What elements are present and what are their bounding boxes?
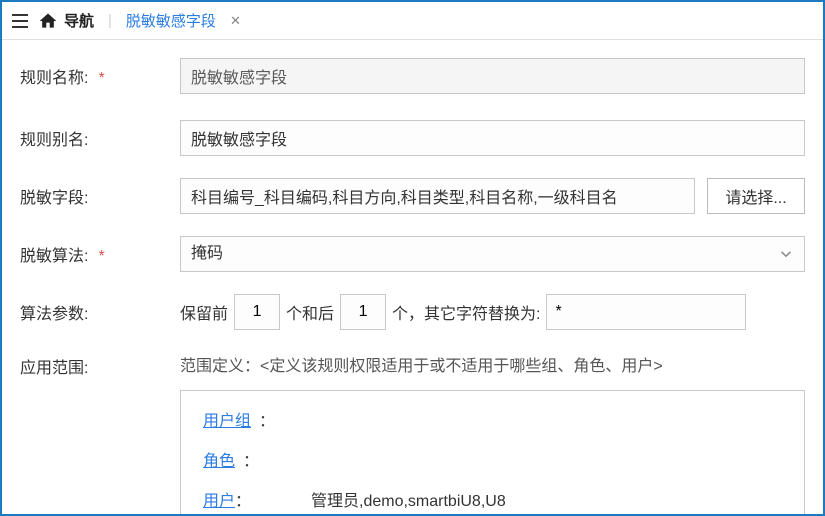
label-rule-alias: 规则别名:: [20, 126, 88, 150]
keep-back-input[interactable]: [340, 294, 386, 330]
link-user-group[interactable]: 用户组: [203, 407, 251, 431]
mask-algo-select[interactable]: 掩码: [180, 236, 805, 272]
topbar: 导航 | 脱敏敏感字段 ✕: [2, 2, 823, 40]
required-mark: *: [98, 70, 104, 88]
row-scope: 应用范围: 范围定义：<定义该规则权限适用于或不适用于哪些组、角色、用户> 用户…: [20, 352, 805, 516]
scope-definition: 范围定义：<定义该规则权限适用于或不适用于哪些组、角色、用户>: [180, 352, 805, 376]
text-keep-front: 保留前: [180, 300, 228, 324]
row-params: 算法参数: 保留前 个和后 个，其它字符替换为:: [20, 294, 805, 330]
row-rule-alias: 规则别名:: [20, 120, 805, 156]
rule-name-input[interactable]: [180, 58, 805, 94]
replace-char-input[interactable]: [546, 294, 746, 330]
link-role[interactable]: 角色: [203, 447, 235, 471]
scope-def-prefix: 范围定义：: [180, 358, 260, 375]
breadcrumb-separator: |: [108, 12, 112, 29]
mask-field-input[interactable]: [180, 178, 695, 214]
keep-front-input[interactable]: [234, 294, 280, 330]
label-rule-name: 规则名称:: [20, 64, 88, 88]
label-mask-algo: 脱敏算法:: [20, 242, 88, 266]
user-value: 管理员,demo,smartbiU8,U8: [311, 487, 506, 511]
hamburger-icon[interactable]: [12, 14, 28, 28]
required-mark: *: [98, 248, 104, 266]
link-user[interactable]: 用户: [203, 493, 235, 510]
rule-alias-input[interactable]: [180, 120, 805, 156]
mask-algo-value: 掩码: [180, 236, 805, 272]
label-scope: 应用范围:: [20, 354, 88, 378]
breadcrumb-current[interactable]: 脱敏敏感字段: [126, 10, 216, 31]
label-params: 算法参数:: [20, 300, 88, 324]
label-mask-field: 脱敏字段:: [20, 184, 88, 208]
row-mask-algo: 脱敏算法: * 掩码: [20, 236, 805, 272]
row-mask-field: 脱敏字段: 请选择...: [20, 178, 805, 214]
scope-box: 用户组： 角色： 用户： 管理员,demo,smartbiU8,U8: [180, 390, 805, 516]
nav-label[interactable]: 导航: [64, 10, 94, 31]
text-suffix: 个，其它字符替换为:: [392, 300, 540, 324]
text-and-back: 个和后: [286, 300, 334, 324]
app-frame: { "topbar": { "nav_label": "导航", "crumb"…: [0, 0, 825, 516]
colon: ：: [243, 447, 259, 471]
colon: ：: [235, 493, 251, 510]
form: 规则名称: * 规则别名: 脱敏字段: 请选择...: [2, 40, 823, 516]
scope-def-hint: <定义该规则权限适用于或不适用于哪些组、角色、用户>: [260, 358, 663, 375]
close-tab-icon[interactable]: ✕: [230, 13, 241, 29]
colon: ：: [259, 407, 275, 431]
choose-field-button[interactable]: 请选择...: [707, 178, 805, 214]
home-icon[interactable]: [38, 11, 58, 31]
row-rule-name: 规则名称: *: [20, 58, 805, 94]
